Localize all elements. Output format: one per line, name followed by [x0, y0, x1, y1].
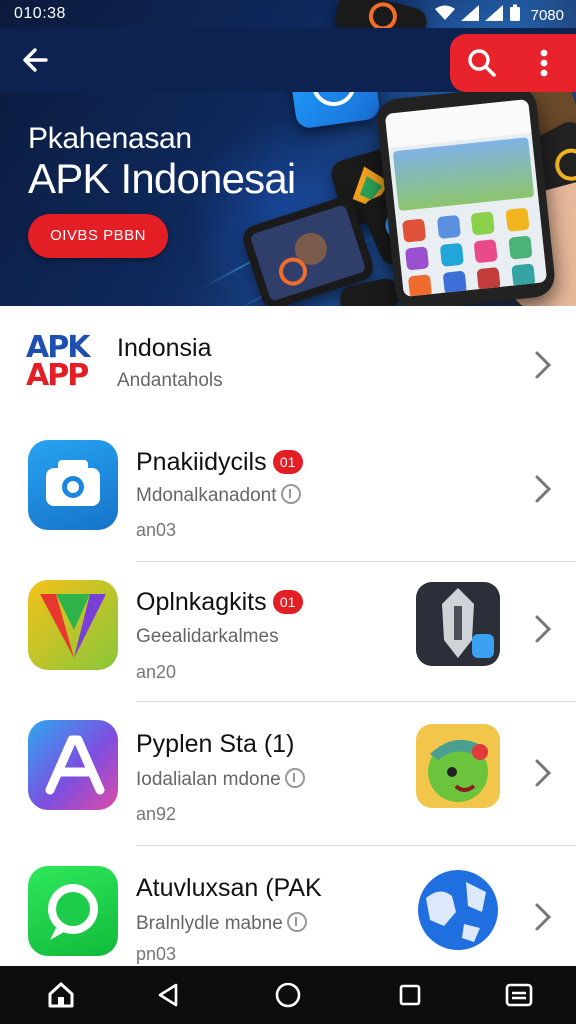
app-title: Pnakiidycils 01 [136, 448, 303, 477]
globe-map-thumbnail [416, 868, 500, 952]
app-meta: pn03 [136, 944, 177, 964]
menu-icon[interactable] [504, 980, 534, 1010]
status-bar: 010:38 7080 [0, 0, 576, 28]
app-meta: an20 [136, 662, 177, 682]
apk-app-logo: APK APP [26, 330, 90, 393]
letter-a-app-icon [28, 720, 118, 810]
recents-square-icon[interactable] [395, 980, 425, 1010]
chevron-right-icon [535, 351, 552, 379]
chevron-right-icon [535, 615, 552, 643]
hero-banner: 010:38 7080 Pkahenasan APK Indonesai OIV… [0, 0, 576, 306]
featured-phone-illustration [375, 84, 557, 306]
knight-helmet-thumbnail [416, 582, 500, 666]
download-icon[interactable] [280, 484, 301, 504]
list-item[interactable]: Pyplen Sta (1) Iodalialan mdone an92 [0, 702, 576, 846]
app-subtitle: Geealidarkalmes [136, 626, 279, 647]
signal-icon [460, 5, 479, 26]
app-title: Atuvluxsan (PAK [136, 874, 322, 902]
list-item[interactable]: Pnakiidycils 01 Mdonalkanadont an03 [0, 424, 576, 562]
featured-list-item[interactable]: APK APP Indonsia Andantahols [0, 306, 576, 424]
system-nav-bar [0, 966, 576, 1024]
featured-subtitle: Andantahols [117, 370, 223, 391]
app-title: Oplnkagkits 01 [136, 588, 303, 617]
home-circle-icon[interactable] [273, 980, 303, 1010]
hero-cta-button[interactable]: OIVBS PBBN [28, 214, 168, 258]
search-icon[interactable] [466, 47, 498, 79]
chevron-right-icon [535, 759, 552, 787]
list-item[interactable]: Atuvluxsan (PAK Bralnlydle mabne pn03 [0, 846, 576, 966]
update-badge: 01 [272, 590, 303, 614]
signal-icon [484, 5, 503, 26]
app-subtitle: Bralnlydle mabne [136, 912, 307, 935]
status-icons: 7080 [434, 4, 564, 27]
triangles-app-icon [28, 580, 118, 670]
status-time: 010:38 [14, 5, 66, 22]
hero-headline: APK Indonesai [28, 155, 296, 202]
app-list: APK APP Indonsia Andantahols Pnakiidycil… [0, 306, 576, 966]
back-triangle-icon[interactable] [154, 980, 184, 1010]
chevron-right-icon [535, 903, 552, 931]
green-monster-thumbnail [416, 724, 500, 808]
featured-title: Indonsia [117, 334, 212, 362]
download-icon[interactable] [284, 768, 305, 788]
chat-bubble-app-icon [28, 866, 118, 956]
app-meta: an03 [136, 520, 177, 540]
more-vertical-icon[interactable] [530, 47, 558, 79]
back-arrow-icon[interactable] [18, 42, 54, 78]
app-subtitle: Iodalialan mdone [136, 768, 305, 791]
app-meta: an92 [136, 804, 177, 824]
hero-title: Pkahenasan [28, 122, 192, 155]
update-badge: 01 [272, 450, 303, 474]
status-right-time: 7080 [530, 7, 564, 24]
camera-app-icon [28, 440, 118, 530]
chevron-right-icon [535, 475, 552, 503]
app-subtitle: Mdonalkanadont [136, 484, 301, 507]
battery-icon [509, 4, 521, 27]
home-icon[interactable] [46, 980, 76, 1010]
wifi-icon [434, 5, 455, 26]
download-icon[interactable] [286, 912, 307, 932]
list-item[interactable]: Oplnkagkits 01 Geealidarkalmes an20 [0, 562, 576, 702]
app-title: Pyplen Sta (1) [136, 730, 295, 758]
toolbar-actions [450, 34, 576, 92]
